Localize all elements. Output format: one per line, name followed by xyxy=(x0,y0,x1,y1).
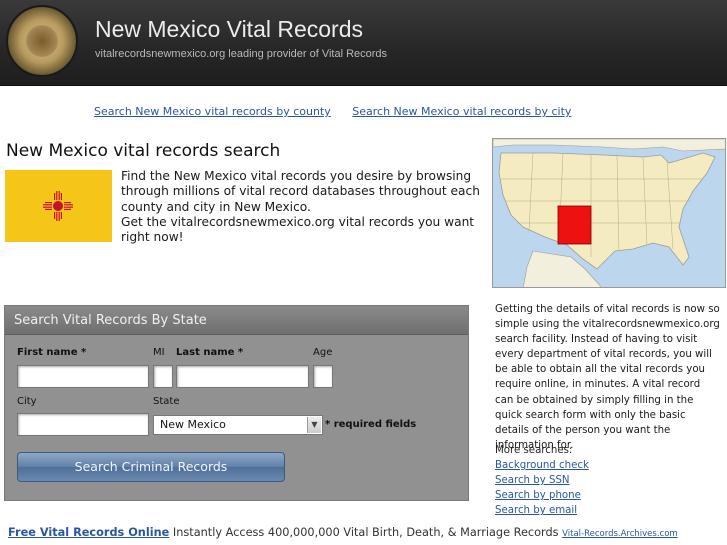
page-title: New Mexico vital records search xyxy=(6,141,281,161)
ad-source-link[interactable]: Vital-Records.Archives.com xyxy=(562,529,678,539)
link-search-by-phone[interactable]: Search by phone xyxy=(495,488,589,503)
city-input[interactable] xyxy=(17,413,149,436)
search-form-panel: Search Vital Records By State First name… xyxy=(4,305,469,501)
us-map-graphic xyxy=(493,139,725,287)
state-label: State xyxy=(153,396,180,407)
intro-text: Find the New Mexico vital records you de… xyxy=(121,169,481,245)
age-label: Age xyxy=(313,347,333,358)
free-vital-records-link[interactable]: Free Vital Records Online xyxy=(8,526,169,539)
last-name-label: Last name * xyxy=(176,347,244,358)
footer-ad: Free Vital Records Online Instantly Acce… xyxy=(8,526,678,539)
chevron-down-icon[interactable]: ▼ xyxy=(307,417,321,433)
first-name-input[interactable] xyxy=(17,365,149,388)
intro-paragraph-1: Find the New Mexico vital records you de… xyxy=(121,169,480,214)
seal-eagle-icon xyxy=(26,25,58,57)
site-title[interactable]: New Mexico Vital Records xyxy=(95,16,363,43)
site-header: New Mexico Vital Records vitalrecordsnew… xyxy=(0,0,727,86)
link-search-by-ssn[interactable]: Search by SSN xyxy=(495,473,589,488)
state-select-value: New Mexico xyxy=(160,418,226,431)
link-search-by-email[interactable]: Search by email xyxy=(495,503,589,518)
footer-ad-text: Instantly Access 400,000,000 Vital Birth… xyxy=(172,526,559,539)
search-criminal-records-button[interactable]: Search Criminal Records xyxy=(17,452,285,482)
link-search-by-county[interactable]: Search New Mexico vital records by count… xyxy=(94,105,331,118)
city-label: City xyxy=(17,396,37,407)
link-background-check[interactable]: Background check xyxy=(495,458,589,473)
intro-paragraph-2: Get the vitalrecordsnewmexico.org vital … xyxy=(121,214,475,245)
mi-input[interactable] xyxy=(153,365,173,388)
link-search-by-city[interactable]: Search New Mexico vital records by city xyxy=(352,105,571,118)
us-map-image xyxy=(492,138,726,288)
first-name-label: First name * xyxy=(17,347,87,358)
age-input[interactable] xyxy=(313,365,333,388)
zia-sun-icon xyxy=(43,191,73,221)
site-tagline: vitalrecordsnewmexico.org leading provid… xyxy=(95,48,388,60)
new-mexico-highlight xyxy=(557,205,592,245)
side-description: Getting the details of vital records is … xyxy=(495,304,720,451)
top-nav: Search New Mexico vital records by count… xyxy=(94,105,589,118)
more-searches-label: More searches: xyxy=(495,445,573,456)
required-fields-note: * required fields xyxy=(325,419,417,430)
more-searches: More searches: Background check Search b… xyxy=(495,443,589,518)
search-form-heading: Search Vital Records By State xyxy=(5,306,468,335)
state-select[interactable]: New Mexico ▼ xyxy=(153,415,323,435)
mi-label: MI xyxy=(153,347,165,358)
state-seal-logo[interactable] xyxy=(6,5,78,77)
new-mexico-flag-image xyxy=(5,170,112,242)
last-name-input[interactable] xyxy=(176,365,309,388)
